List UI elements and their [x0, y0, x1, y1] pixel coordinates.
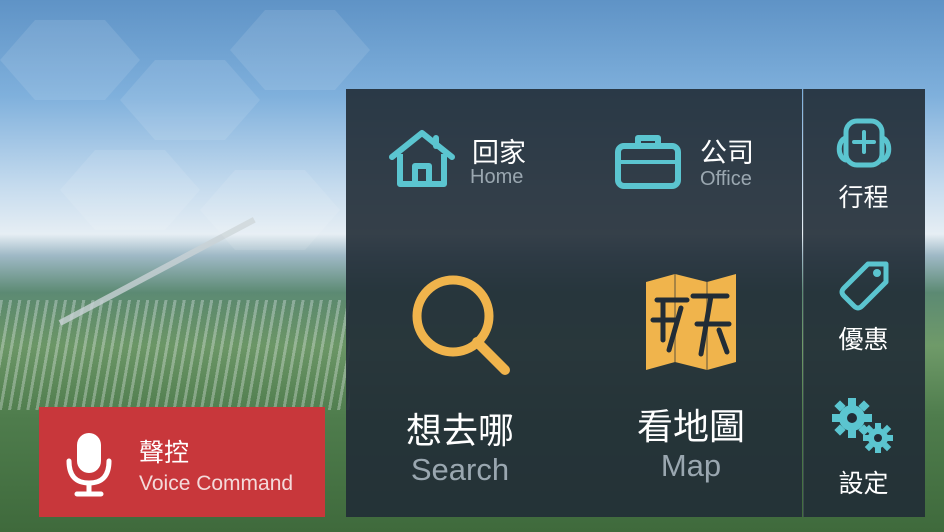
map-label-en: Map — [660, 448, 722, 483]
gears-icon — [830, 396, 898, 460]
briefcase-icon — [614, 132, 682, 190]
voice-label-zh: 聲控 — [139, 438, 190, 467]
tag-icon — [834, 258, 894, 316]
magnifier-icon — [405, 270, 515, 378]
search-button[interactable]: 想去哪 Search — [390, 270, 530, 495]
sidebar-item-label: 設定 — [838, 469, 889, 498]
map-button[interactable]: 看地圖 Map — [616, 270, 766, 495]
sidebar-item-deals[interactable]: 優惠 — [803, 258, 924, 356]
house-icon — [386, 128, 458, 188]
home-label-en: Home — [470, 166, 524, 188]
office-label-zh: 公司 — [700, 138, 754, 169]
home-button[interactable]: 回家 Home — [386, 128, 556, 192]
microphone-icon — [65, 431, 113, 501]
office-label-en: Office — [700, 168, 752, 190]
sidebar-item-settings[interactable]: 設定 — [803, 396, 924, 500]
voice-label-en: Voice Command — [139, 472, 294, 495]
background-town — [0, 300, 350, 410]
sidebar-item-label: 優惠 — [838, 325, 889, 354]
sidebar-item-label: 行程 — [838, 183, 889, 212]
home-label-zh: 回家 — [472, 138, 526, 169]
map-icon — [641, 270, 741, 374]
office-button[interactable]: 公司 Office — [614, 128, 784, 192]
voice-command-button[interactable]: 聲控 Voice Command — [39, 407, 325, 517]
search-label-en: Search — [410, 452, 510, 487]
sidebar-item-itinerary[interactable]: 行程 — [803, 118, 924, 214]
map-label-zh: 看地圖 — [636, 407, 745, 448]
search-label-zh: 想去哪 — [405, 411, 514, 452]
backpack-icon — [833, 118, 895, 174]
